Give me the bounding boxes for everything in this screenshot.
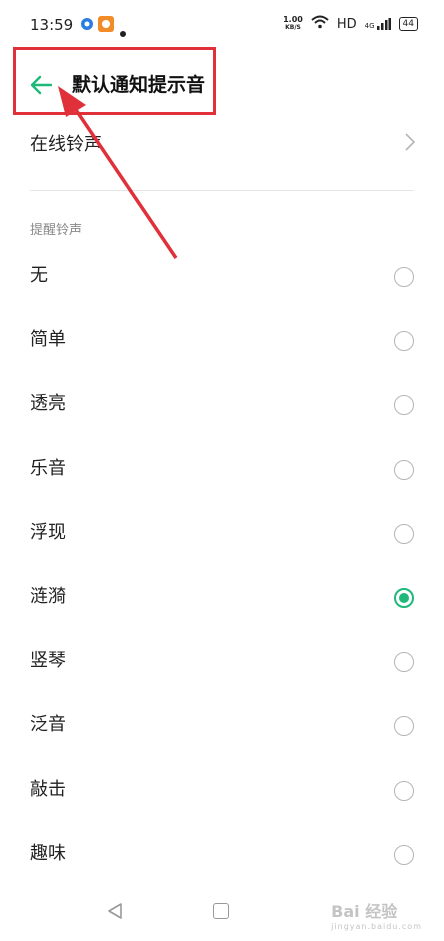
ringtone-option[interactable]: 浮现	[0, 502, 444, 566]
ringtone-label: 简单	[30, 329, 66, 351]
wifi-icon	[311, 15, 329, 33]
radio-unselected-icon[interactable]	[394, 844, 414, 865]
ringtone-option[interactable]: 敲击	[0, 759, 444, 823]
app-notification-icon	[80, 16, 94, 35]
ringtone-label: 无	[30, 265, 48, 286]
ringtone-label: 透亮	[30, 393, 66, 415]
hd-label: HD	[336, 16, 357, 32]
nav-home-icon[interactable]	[213, 903, 229, 919]
chevron-right-icon	[404, 132, 416, 156]
radio-selected-icon[interactable]	[394, 588, 414, 608]
radio-unselected-icon[interactable]	[394, 459, 414, 480]
ringtone-option[interactable]: 涟漪	[0, 566, 444, 630]
ringtone-option[interactable]: 无	[0, 245, 444, 309]
status-bar: 13:59 1.00 KB/S HD 4G 44	[0, 0, 444, 54]
ringtone-option[interactable]: 泛音	[0, 694, 444, 758]
ringtone-label: 趣味	[30, 842, 66, 864]
radio-unselected-icon[interactable]	[394, 523, 414, 544]
section-label: 提醒铃声	[30, 223, 83, 238]
ringtone-label: 竖琴	[30, 650, 66, 672]
radio-unselected-icon[interactable]	[394, 780, 414, 801]
status-time: 13:59	[30, 16, 74, 34]
ringtone-option[interactable]: 趣味	[0, 823, 444, 887]
ringtone-label: 乐音	[30, 457, 66, 479]
ringtone-label: 泛音	[30, 714, 66, 736]
network-speed: 1.00 KB/S	[283, 15, 303, 32]
watermark: Bai 经验 jingyan.baidu.com	[331, 902, 422, 931]
radio-unselected-icon[interactable]	[394, 395, 414, 416]
nav-back-icon[interactable]	[106, 902, 124, 924]
ringtone-option[interactable]: 透亮	[0, 373, 444, 437]
cellular-signal-icon: 4G	[365, 18, 391, 30]
ringtone-label: 敲击	[30, 778, 66, 800]
battery-icon: 44	[398, 17, 418, 31]
notification-dot-icon	[120, 22, 126, 41]
ringtone-option[interactable]: 竖琴	[0, 630, 444, 694]
radio-unselected-icon[interactable]	[394, 331, 414, 352]
ringtone-option[interactable]: 乐音	[0, 438, 444, 502]
uc-browser-icon	[98, 16, 114, 36]
radio-unselected-icon[interactable]	[394, 652, 414, 673]
ringtone-option[interactable]: 简单	[0, 309, 444, 373]
ringtone-label: 浮现	[30, 521, 66, 543]
divider	[30, 190, 414, 191]
radio-unselected-icon[interactable]	[394, 716, 414, 737]
radio-unselected-icon[interactable]	[394, 267, 414, 287]
annotation-highlight-box	[13, 47, 216, 115]
online-ringtone-label: 在线铃声	[30, 134, 102, 155]
online-ringtone-item[interactable]: 在线铃声	[0, 118, 444, 168]
ringtone-label: 涟漪	[30, 586, 66, 607]
system-nav-bar: Bai 经验 jingyan.baidu.com	[0, 884, 444, 941]
